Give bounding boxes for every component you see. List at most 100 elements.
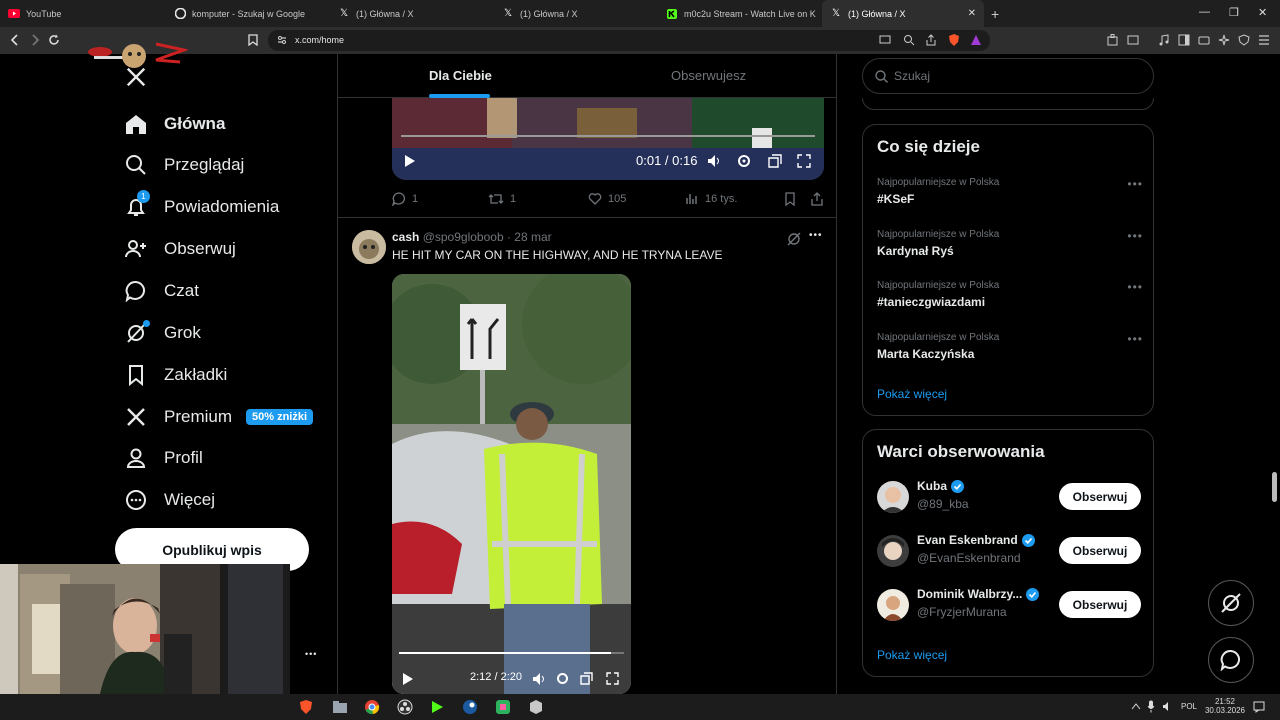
tab-x-1[interactable]: 𝕏 (1) Główna / X	[330, 0, 494, 27]
bookmark-tweet-button[interactable]	[784, 192, 796, 206]
nav-premium[interactable]: Premium 50% zniżki	[124, 402, 314, 432]
tab-following[interactable]: Obserwujesz	[671, 68, 746, 83]
trend-item[interactable]: Najpopularniejsze w Polska Kardynał Ryś …	[877, 229, 1143, 258]
steam-icon[interactable]	[461, 698, 479, 716]
sidebar-icon[interactable]	[1178, 34, 1190, 46]
fullscreen-icon[interactable]	[606, 672, 619, 685]
follow-suggestion[interactable]: Kuba @89_kba Obserwuj	[877, 477, 1141, 517]
nav-profile[interactable]: Profil	[124, 443, 203, 473]
minimize-button[interactable]: —	[1199, 6, 1210, 18]
suggestion-name[interactable]: Dominik Walbrzy...	[917, 587, 1022, 601]
tab-x-2[interactable]: 𝕏 (1) Główna / X	[494, 0, 658, 27]
play-icon[interactable]	[402, 672, 414, 686]
avatar[interactable]	[877, 481, 909, 513]
follow-button[interactable]: Obserwuj	[1059, 537, 1141, 564]
author-handle[interactable]: @spo9globoob	[423, 230, 504, 244]
tab-for-you[interactable]: Dla Ciebie	[429, 68, 492, 83]
show-more-suggestions-link[interactable]: Pokaż więcej	[877, 648, 947, 662]
microphone-icon[interactable]	[1147, 700, 1155, 713]
messages-fab-button[interactable]	[1208, 637, 1254, 683]
avatar[interactable]	[877, 535, 909, 567]
file-explorer-icon[interactable]	[331, 698, 349, 716]
nav-chat[interactable]: Czat	[124, 276, 199, 306]
volume-tray-icon[interactable]	[1162, 701, 1173, 712]
restore-button[interactable]: ❐	[1229, 6, 1239, 19]
site-settings-icon[interactable]	[277, 35, 287, 45]
forward-icon[interactable]	[29, 34, 41, 46]
avatar[interactable]	[352, 230, 386, 264]
video-progress-track[interactable]	[401, 135, 815, 137]
trend-more-button[interactable]: •••	[1127, 332, 1143, 346]
nav-more[interactable]: Więcej	[124, 485, 215, 515]
brave-rewards-icon[interactable]	[970, 34, 982, 46]
follow-button[interactable]: Obserwuj	[1059, 591, 1141, 618]
fullscreen-icon[interactable]	[797, 154, 811, 168]
repost-button[interactable]: 1	[488, 192, 516, 206]
media-icon[interactable]	[1158, 34, 1170, 46]
trend-more-button[interactable]: •••	[1127, 229, 1143, 243]
nav-notifications[interactable]: 1 Powiadomienia	[124, 190, 279, 222]
reload-icon[interactable]	[48, 34, 60, 46]
nav-explore[interactable]: Przeglądaj	[124, 150, 244, 180]
suggestion-name[interactable]: Kuba	[917, 479, 947, 493]
window-close-button[interactable]: ✕	[1258, 6, 1267, 19]
pip-icon[interactable]	[580, 672, 593, 685]
play-icon[interactable]	[404, 154, 416, 168]
chrome-icon[interactable]	[363, 698, 381, 716]
grok-fab-button[interactable]	[1208, 580, 1254, 626]
back-icon[interactable]	[9, 34, 21, 46]
notifications-tray-icon[interactable]	[1253, 701, 1265, 713]
author-name[interactable]: cash	[392, 230, 419, 244]
trend-item[interactable]: Najpopularniejsze w Polska Marta Kaczyńs…	[877, 332, 1143, 361]
follow-suggestion[interactable]: Dominik Walbrzy... @FryzjerMurana Obserw…	[877, 585, 1141, 625]
tweet-video[interactable]: 2:12 / 2:20	[392, 274, 631, 694]
video-progress-track[interactable]	[399, 652, 624, 654]
nav-home[interactable]: Główna	[124, 109, 225, 139]
trend-more-button[interactable]: •••	[1127, 280, 1143, 294]
like-button[interactable]: 105	[588, 192, 626, 205]
share-tweet-button[interactable]	[810, 192, 824, 206]
avatar[interactable]	[877, 589, 909, 621]
page-scrollbar[interactable]	[1272, 472, 1277, 502]
tab-kick[interactable]: m0c2u Stream - Watch Live on K	[658, 0, 822, 27]
wallet-2-icon[interactable]	[1198, 34, 1210, 46]
trend-item[interactable]: Najpopularniejsze w Polska #KSeF •••	[877, 177, 1143, 206]
tab-google[interactable]: komputer - Szukaj w Google	[166, 0, 330, 27]
new-tab-button[interactable]: +	[991, 6, 999, 22]
show-more-trends-link[interactable]: Pokaż więcej	[877, 387, 947, 401]
follow-suggestion[interactable]: Evan Eskenbrand @EvanEskenbrand Obserwuj	[877, 531, 1141, 571]
tray-clock[interactable]: 21:52 30.03.2026	[1204, 697, 1246, 715]
app-icon[interactable]	[527, 698, 545, 716]
settings-icon[interactable]	[556, 672, 569, 685]
reply-button[interactable]: 1	[392, 192, 418, 206]
brave-icon[interactable]	[297, 698, 315, 716]
settings-icon[interactable]	[737, 154, 751, 168]
volume-icon[interactable]	[532, 672, 546, 686]
grok-explain-icon[interactable]	[787, 232, 801, 246]
tweet[interactable]: cash @spo9globoob · 28 mar ••• HE HIT MY…	[338, 217, 836, 694]
search-input[interactable]: Szukaj	[862, 58, 1154, 94]
leo-ai-icon[interactable]	[1218, 34, 1230, 46]
messenger-app-icon[interactable]	[494, 698, 512, 716]
bookmark-page-icon[interactable]	[248, 34, 258, 46]
url-field[interactable]: x.com/home	[268, 30, 990, 51]
nav-grok[interactable]: Grok	[124, 318, 201, 348]
volume-icon[interactable]	[707, 154, 721, 168]
nav-bookmarks[interactable]: Zakładki	[124, 360, 227, 390]
tab-youtube[interactable]: YouTube	[0, 0, 166, 27]
follow-button[interactable]: Obserwuj	[1059, 483, 1141, 510]
trend-more-button[interactable]: •••	[1127, 177, 1143, 191]
close-tab-icon[interactable]: ✕	[968, 8, 976, 19]
views-button[interactable]: 16 tys.	[685, 192, 737, 205]
share-icon[interactable]	[925, 34, 937, 46]
keyboard-language[interactable]: POL	[1181, 702, 1197, 711]
pip-icon[interactable]	[768, 154, 782, 168]
extensions-icon[interactable]	[1107, 34, 1119, 46]
tab-x-active[interactable]: 𝕏 (1) Główna / X ✕	[822, 0, 984, 27]
nav-follow[interactable]: Obserwuj	[124, 234, 236, 264]
account-more-button[interactable]: •••	[305, 649, 317, 659]
tweet-more-button[interactable]: •••	[809, 230, 823, 241]
tweet-video[interactable]: 0:01 / 0:16	[392, 98, 824, 180]
suggestion-name[interactable]: Evan Eskenbrand	[917, 533, 1018, 547]
zoom-icon[interactable]	[903, 34, 915, 46]
